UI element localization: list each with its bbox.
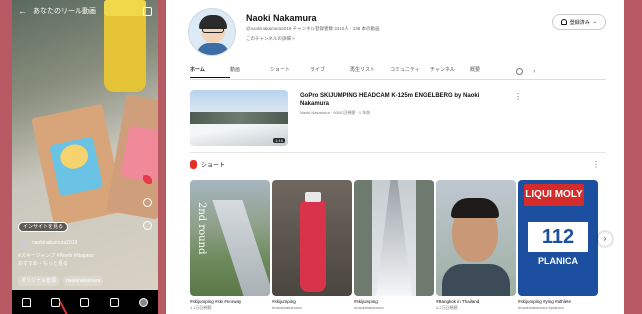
back-arrow-icon[interactable]: ← xyxy=(18,6,27,16)
tab-videos[interactable]: 動画 xyxy=(230,66,270,77)
short-thumbnail[interactable]: LIQUI MOLY 112 PLANICA xyxy=(518,180,598,296)
tab-shorts[interactable]: ショート xyxy=(270,66,310,77)
heart-icon[interactable] xyxy=(143,175,152,184)
short-thumbnail[interactable] xyxy=(272,180,352,296)
search-icon[interactable] xyxy=(516,68,523,75)
short-sub: #naokinakamura xyxy=(272,305,302,310)
share-icon[interactable] xyxy=(143,221,152,230)
reel-caption: #スキージャンプ #Reels #Nagano xyxy=(18,253,94,259)
short-overlay-text: 2nd round xyxy=(196,202,207,255)
reel-user-row[interactable]: naokinakamura2019 xyxy=(18,238,138,248)
video-duration: 1:16 xyxy=(273,138,285,143)
camera-icon[interactable] xyxy=(143,6,152,16)
music-chip-1[interactable]: オリジナル音源 xyxy=(18,276,60,286)
chevron-down-icon: ⌄ xyxy=(592,19,597,25)
short-thumbnail[interactable]: 2nd round xyxy=(190,180,270,296)
short-card[interactable]: 2nd round #skijumping #ski #norway 1.1万回… xyxy=(190,180,270,311)
tab-home[interactable]: ホーム xyxy=(190,66,230,78)
channel-meta: @naokinakamura2019 チャンネル登録者数 3410人 · 138… xyxy=(246,26,380,31)
venue-name: PLANICA xyxy=(538,256,578,266)
comment-icon[interactable] xyxy=(143,198,152,207)
short-card[interactable]: #skijumping #naokinakamura xyxy=(272,180,352,311)
short-card[interactable]: #skijumping #naokinakamura xyxy=(354,180,434,311)
reel-username: naokinakamura2019 xyxy=(32,240,78,246)
channel-name: Naoki Nakamura xyxy=(246,13,317,23)
featured-title[interactable]: GoPro SKIJUMPING HEADCAM K-125m ENGELBER… xyxy=(300,92,480,108)
chevron-right-icon[interactable]: › xyxy=(598,232,612,246)
tab-about[interactable]: 概要 xyxy=(470,66,510,77)
bell-icon xyxy=(560,19,567,25)
subscribe-button[interactable]: 登録済み ⌄ xyxy=(551,14,606,30)
chevron-right-icon[interactable]: › xyxy=(533,68,535,75)
home-icon[interactable] xyxy=(22,297,32,307)
music-chip-2[interactable]: naokinakamura xyxy=(63,276,104,286)
hill-number: 112 xyxy=(528,222,588,252)
featured-video[interactable]: 1:16 GoPro SKIJUMPING HEADCAM K-125m ENG… xyxy=(190,90,480,146)
more-vert-icon[interactable]: ⋮ xyxy=(514,92,522,101)
reels-icon[interactable] xyxy=(109,297,119,307)
channel-tabs: ホーム 動画 ショート ライブ 再生リスト コミュニティ チャンネル 概要 › xyxy=(190,64,606,80)
more-vert-icon[interactable]: ⋮ xyxy=(592,160,600,169)
short-sub: #naokinakamura xyxy=(354,305,384,310)
brand-sign: LIQUI MOLY xyxy=(524,184,584,206)
channel-more-link[interactable]: このチャンネルの詳細 > xyxy=(246,36,379,42)
phone-bottom-nav xyxy=(12,290,158,314)
reel-header-title: あなたのリール動画 xyxy=(33,8,96,15)
reel-caption-more[interactable]: おすすめ・もっと見る xyxy=(18,260,138,268)
shorts-section-header: ショート xyxy=(190,160,225,169)
short-thumbnail[interactable] xyxy=(436,180,516,296)
featured-thumbnail[interactable]: 1:16 xyxy=(190,90,288,146)
short-sub: 1.1万回視聴 xyxy=(190,305,212,310)
short-card[interactable]: #Bangkok in Thailand 4.2万回視聴 xyxy=(436,180,516,311)
divider xyxy=(190,152,606,153)
reel-actions xyxy=(143,175,152,230)
short-card[interactable]: LIQUI MOLY 112 PLANICA #skijumping #ying… xyxy=(518,180,598,311)
reel-music: オリジナル音源 naokinakamura xyxy=(18,276,138,286)
tab-channels[interactable]: チャンネル xyxy=(430,66,470,77)
short-sub: 4.2万回視聴 xyxy=(436,305,458,310)
reel-info: インサイトを見る naokinakamura2019 #スキージャンプ #Ree… xyxy=(18,222,138,286)
tab-playlists[interactable]: 再生リスト xyxy=(350,66,390,77)
featured-meta: Naoki Nakamura · 9000 回視聴 · 1 年前 xyxy=(300,110,371,115)
add-icon[interactable] xyxy=(80,297,90,307)
tab-community[interactable]: コミュニティ xyxy=(390,66,430,77)
profile-icon[interactable] xyxy=(138,297,148,307)
avatar xyxy=(18,238,28,248)
youtube-channel-page: Naoki Nakamura @naokinakamura2019 チャンネル登… xyxy=(166,0,624,314)
insights-tag[interactable]: インサイトを見る xyxy=(18,222,69,232)
short-thumbnail[interactable] xyxy=(354,180,434,296)
channel-header: Naoki Nakamura @naokinakamura2019 チャンネル登… xyxy=(188,8,379,56)
phone-header: ← あなたのリール動画 xyxy=(12,0,158,22)
shorts-section-title: ショート xyxy=(201,163,226,169)
channel-avatar[interactable] xyxy=(188,8,236,56)
tab-live[interactable]: ライブ xyxy=(310,66,350,77)
shorts-icon xyxy=(190,160,197,169)
phone-reel-panel: ← あなたのリール動画 インサイトを見る naokinakamura2019 #… xyxy=(12,0,158,314)
short-sub: #naokinakamura #planica xyxy=(518,305,564,310)
subscribe-label: 登録済み xyxy=(569,19,590,26)
shorts-shelf: 2nd round #skijumping #ski #norway 1.1万回… xyxy=(190,180,598,311)
